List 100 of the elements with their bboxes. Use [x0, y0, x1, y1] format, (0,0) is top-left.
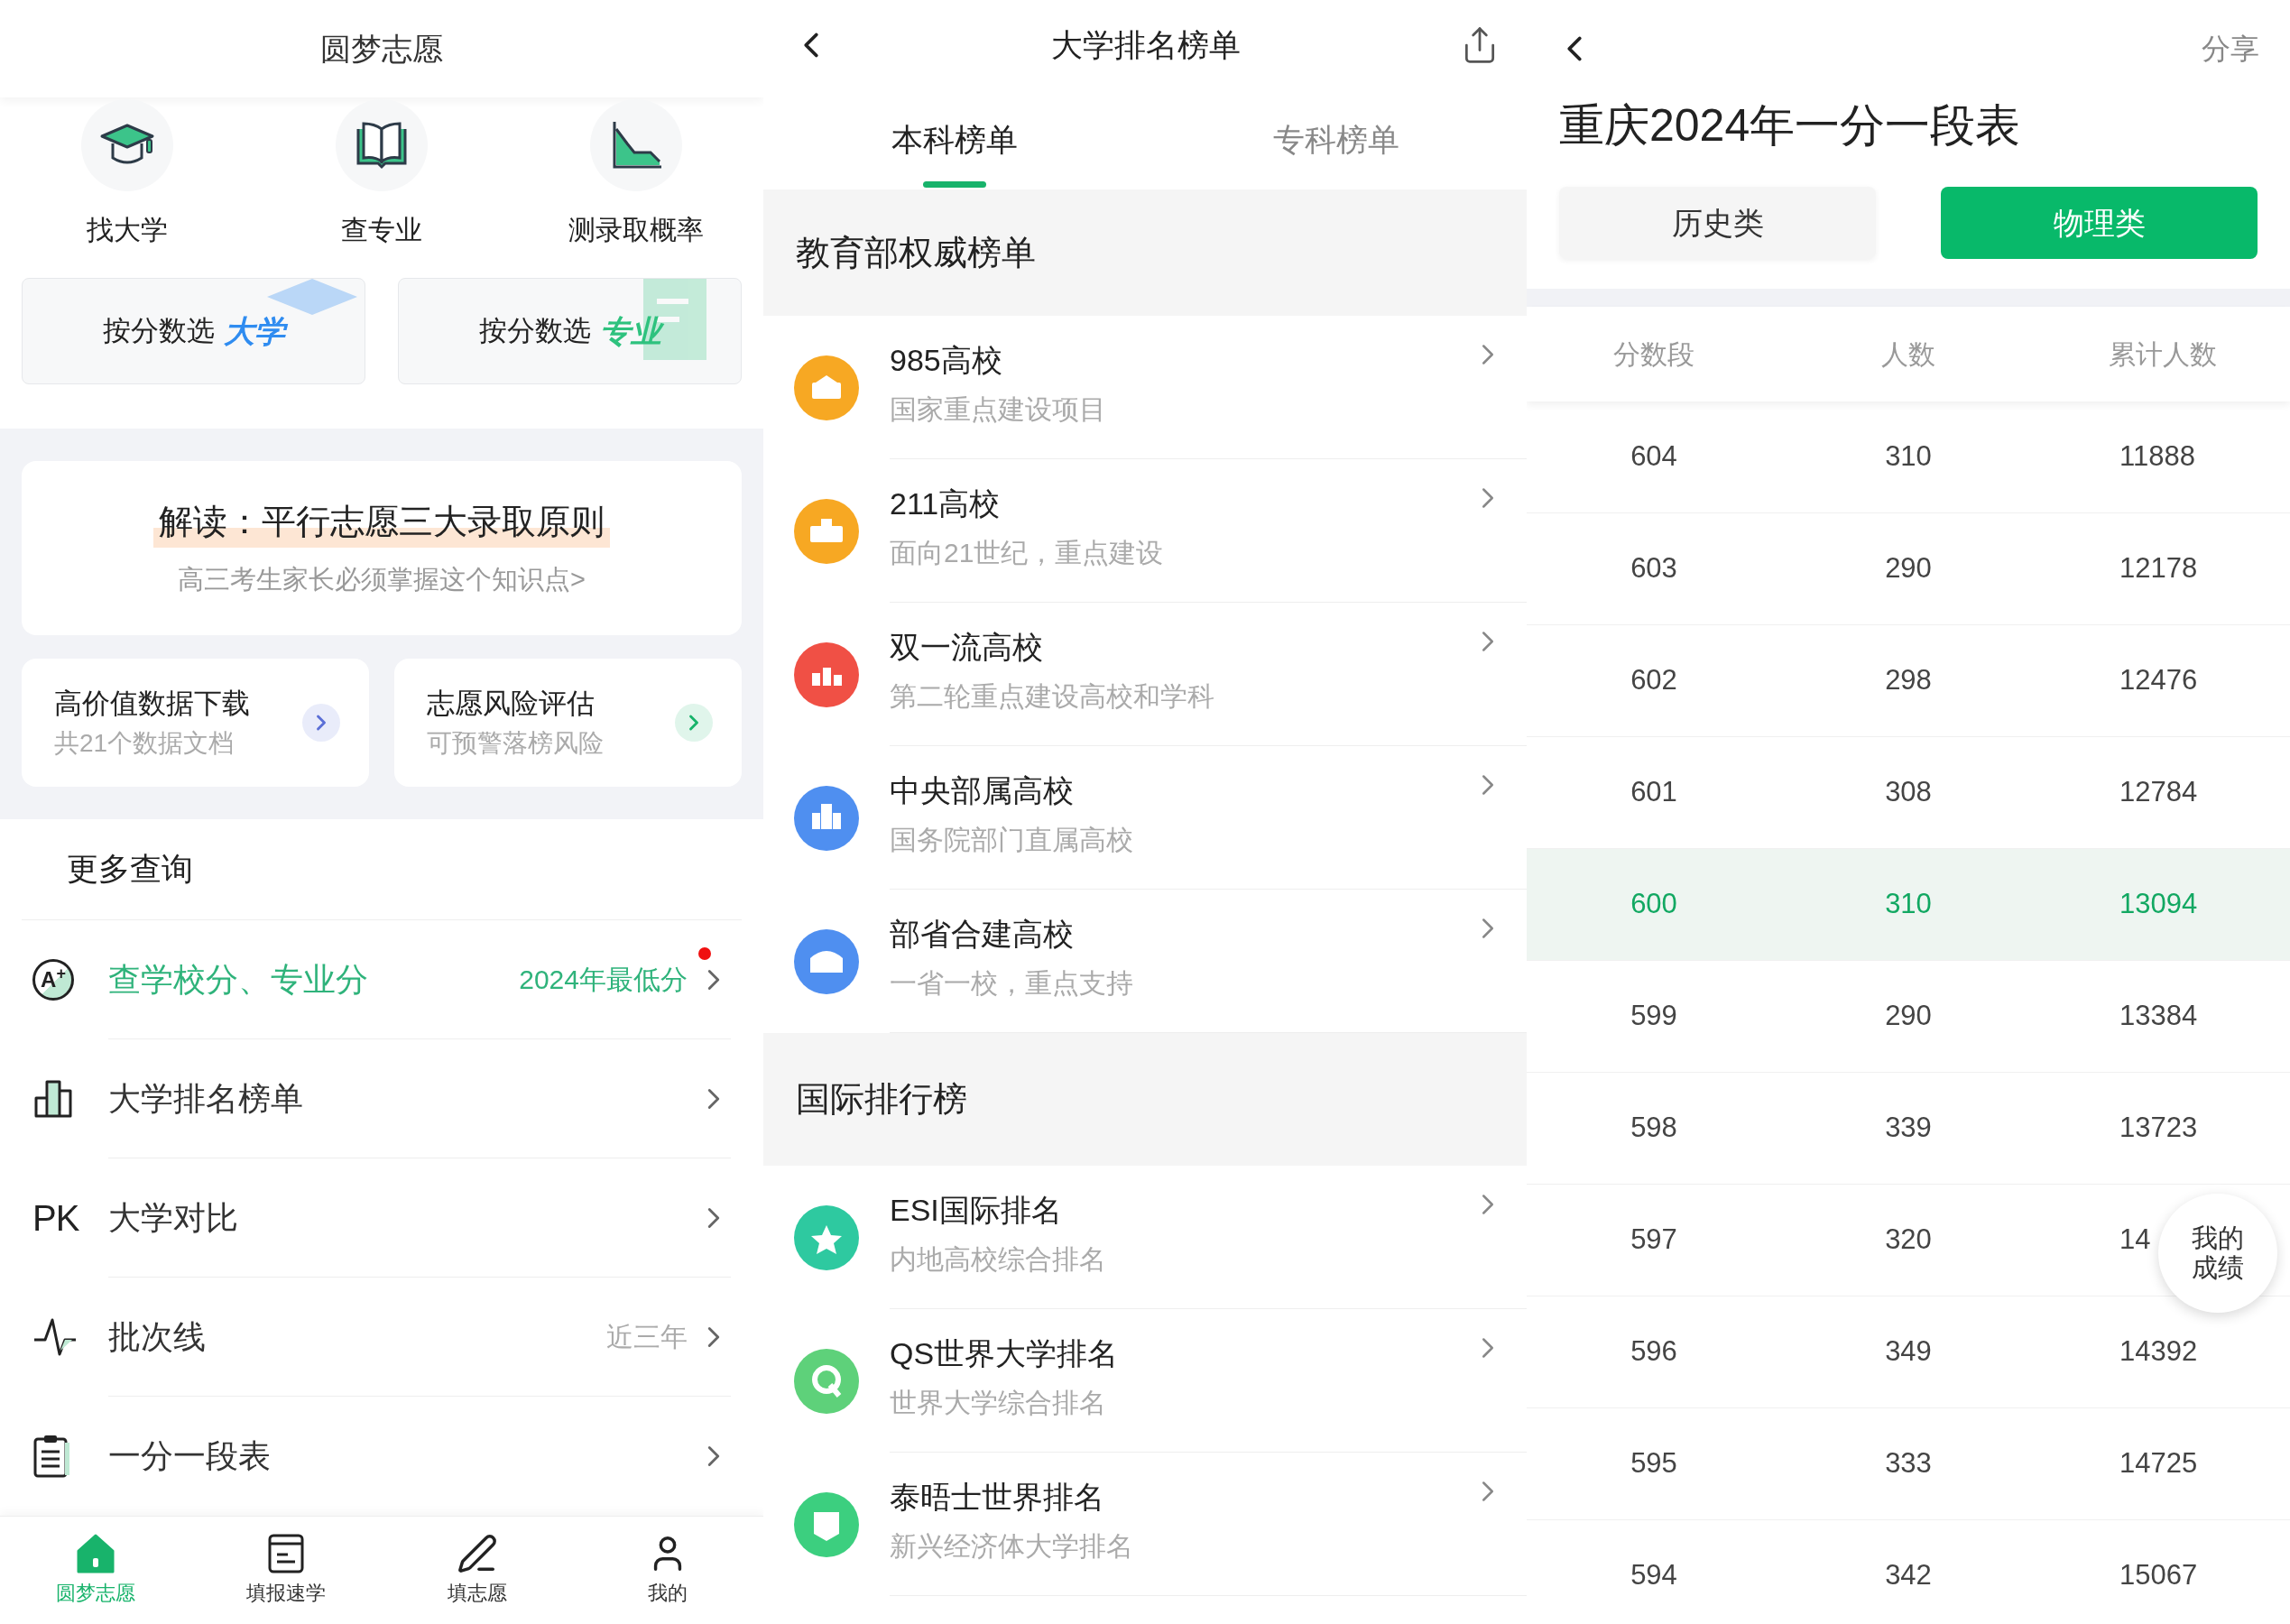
- score-select-card[interactable]: 按分数选 大学: [22, 278, 365, 384]
- ranking-title: 985高校: [890, 342, 1003, 379]
- table-cell-text: 298: [1885, 663, 1932, 698]
- table-cell-text: 333: [1885, 1446, 1932, 1481]
- table-cell-text: 14392: [2119, 1334, 2198, 1370]
- table-cell-text: 13094: [2119, 887, 2198, 922]
- menu-label: 大学排名榜单: [108, 1078, 304, 1119]
- menu-label: 批次线: [108, 1316, 207, 1357]
- tab-bar-item[interactable]: 填志愿: [382, 1517, 573, 1624]
- table-cell-text: 15067: [2119, 1558, 2198, 1593]
- ranking-subtitle: 新兴经济体大学排名: [890, 1530, 1134, 1563]
- ranking-row[interactable]: 泰晤士世界排名 新兴经济体大学排名: [763, 1453, 1527, 1596]
- table-cell-text: 602: [1630, 663, 1677, 698]
- pen-icon: [456, 1533, 498, 1574]
- section-title: 国际排行榜: [796, 1079, 967, 1120]
- table-cell-text: 600: [1630, 887, 1677, 922]
- table-cell-text: 12178: [2119, 551, 2198, 586]
- menu-label: 查学校分、专业分: [108, 959, 369, 1000]
- tab-bar-item[interactable]: 填报速学: [190, 1517, 382, 1624]
- ranking-subtitle: 第二轮重点建设高校和学科: [890, 680, 1215, 713]
- menu-row[interactable]: PK 大学对比: [0, 1158, 763, 1278]
- page-title: 大学排名榜单: [1051, 25, 1241, 64]
- table-cell-text: 13723: [2119, 1111, 2198, 1146]
- share-button[interactable]: 分享: [2202, 27, 2259, 70]
- table-cell-text: 597: [1630, 1223, 1677, 1258]
- table-cell-text: 596: [1630, 1334, 1677, 1370]
- table-cell-text: 339: [1885, 1111, 1932, 1146]
- ranking-row[interactable]: ESI国际排名 内地高校综合排名: [763, 1166, 1527, 1309]
- ranking-row[interactable]: 985高校 国家重点建设项目: [763, 316, 1527, 459]
- ranking-subtitle: 国务院部门直属高校: [890, 824, 1134, 856]
- tab[interactable]: 专科榜单: [1145, 90, 1527, 189]
- quick-action[interactable]: 查专业: [254, 97, 509, 278]
- ranking-row[interactable]: 中央部属高校 国务院部门直属高校: [763, 746, 1527, 890]
- ranking-row[interactable]: 双一流高校 第二轮重点建设高校和学科: [763, 603, 1527, 746]
- table-cell-text: 598: [1630, 1111, 1677, 1146]
- quick-action[interactable]: 找大学: [0, 97, 254, 278]
- card-title: 高价值数据下载: [54, 686, 250, 721]
- menu-row[interactable]: A$^{+}$ 查学校分、专业分 2024年最低分: [0, 920, 763, 1039]
- ranking-title: 211高校: [890, 485, 1002, 522]
- ranking-subtitle: 一省一校，重点支持: [890, 967, 1134, 1000]
- ranking-title: 部省合建高校: [890, 916, 1075, 953]
- table-cell-text: 310: [1885, 439, 1932, 475]
- banner-subtitle: 高三考生家长必须掌握这个知识点>: [178, 564, 586, 596]
- menu-label: 一分一段表: [108, 1436, 272, 1476]
- section-title: 教育部权威榜单: [796, 232, 1036, 273]
- table-cell-text: 12476: [2119, 663, 2198, 698]
- table-cell-text: 342: [1885, 1558, 1932, 1593]
- ranking-title: 中央部属高校: [890, 772, 1075, 809]
- menu-row[interactable]: 大学排名榜单: [0, 1039, 763, 1158]
- ranking-subtitle: 世界大学综合排名: [890, 1387, 1107, 1419]
- table-cell-text: 11888: [2119, 439, 2195, 475]
- card-subtitle: 共21个数据文档: [54, 728, 235, 760]
- tab[interactable]: 本科榜单: [763, 90, 1145, 189]
- column-header: 累计人数: [2109, 338, 2217, 371]
- table-cell-text: 14725: [2119, 1446, 2198, 1481]
- table-cell-text: 310: [1885, 887, 1932, 922]
- table-cell-text: 599: [1630, 999, 1677, 1034]
- menu-note: 2024年最低分: [519, 964, 688, 996]
- ranking-title: 双一流高校: [890, 629, 1044, 666]
- ranking-row[interactable]: 211高校 面向21世纪，重点建设: [763, 459, 1527, 603]
- card-subtitle: 可预警落榜风险: [427, 728, 604, 760]
- tab-bar-item[interactable]: 我的: [572, 1517, 763, 1624]
- ranking-subtitle: 内地高校综合排名: [890, 1243, 1107, 1276]
- menu-row[interactable]: 一分一段表: [0, 1397, 763, 1516]
- ranking-subtitle: 面向21世纪，重点建设: [890, 537, 1165, 569]
- menu-label: 大学对比: [108, 1197, 239, 1238]
- pulse-icon: [32, 1316, 78, 1358]
- feature-card[interactable]: 志愿风险评估 可预警落榜风险: [394, 659, 742, 787]
- grade-icon: A$^{+}$: [32, 959, 74, 1001]
- banner-card[interactable]: 解读：平行志愿三大录取原则 高三考生家长必须掌握这个知识点>: [22, 461, 742, 635]
- column-header: 分数段: [1613, 338, 1694, 371]
- table-cell-text: 320: [1885, 1223, 1932, 1258]
- table-cell-text: 12784: [2119, 775, 2198, 810]
- app-header: 圆梦志愿: [0, 0, 763, 97]
- ranking-title: QS世界大学排名: [890, 1335, 1120, 1372]
- table-cell-text: 13384: [2119, 999, 2198, 1034]
- page-title: 重庆2024年一分一段表: [1559, 99, 2021, 152]
- quick-action[interactable]: 测录取概率: [509, 97, 763, 278]
- ranking-title: 泰晤士世界排名: [890, 1479, 1105, 1516]
- clipboard-icon: [32, 1434, 70, 1479]
- score-select-card[interactable]: 按分数选 专业: [398, 278, 742, 384]
- table-cell-text: 290: [1885, 551, 1932, 586]
- menu-row[interactable]: 批次线 近三年: [0, 1278, 763, 1397]
- bar-chart-icon: [32, 1078, 74, 1120]
- ranking-subtitle: 国家重点建设项目: [890, 393, 1107, 426]
- ranking-row[interactable]: QS世界大学排名 世界大学综合排名: [763, 1309, 1527, 1453]
- table-cell-text: 604: [1630, 439, 1677, 475]
- feature-card[interactable]: 高价值数据下载 共21个数据文档: [22, 659, 369, 787]
- column-header: 人数: [1881, 338, 1935, 371]
- card-title: 志愿风险评估: [427, 686, 596, 721]
- table-cell-text: 595: [1630, 1446, 1677, 1481]
- table-cell-text: 601: [1630, 775, 1677, 810]
- table-cell-text: 349: [1885, 1334, 1932, 1370]
- section-title: 更多查询: [22, 819, 742, 920]
- pk-icon: PK: [32, 1200, 79, 1236]
- table-cell-text: 308: [1885, 775, 1932, 810]
- ranking-title: ESI国际排名: [890, 1192, 1063, 1229]
- table-cell-text: 594: [1630, 1558, 1677, 1593]
- category-tab[interactable]: 历史类: [1559, 187, 1876, 259]
- table-cell-text: 14: [2119, 1223, 2151, 1258]
